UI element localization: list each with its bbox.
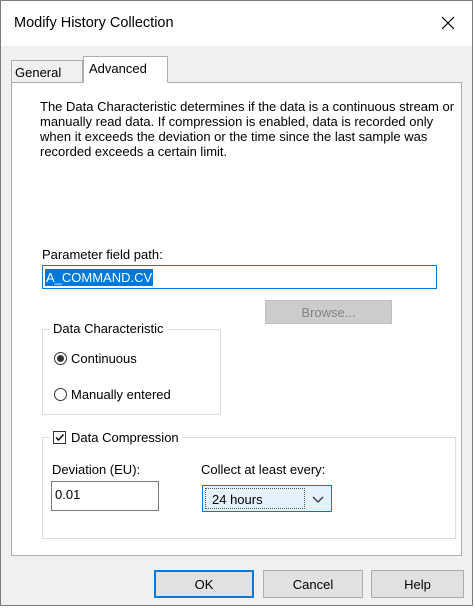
browse-button[interactable]: Browse...: [265, 300, 392, 324]
chevron-down-icon: [312, 496, 324, 503]
parameter-field-label: Parameter field path:: [42, 247, 163, 262]
deviation-input[interactable]: 0.01: [51, 481, 159, 511]
radio-manually-entered[interactable]: Manually entered: [54, 387, 171, 402]
help-button-label: Help: [404, 576, 431, 592]
close-button[interactable]: [432, 7, 464, 39]
radio-continuous-label: Continuous: [71, 351, 137, 366]
cancel-button-label: Cancel: [292, 576, 334, 592]
dialog-title: Modify History Collection: [14, 15, 174, 31]
data-characteristic-legend: Data Characteristic: [50, 321, 167, 336]
tab-advanced[interactable]: Advanced: [83, 56, 168, 83]
tab-general[interactable]: General: [11, 60, 83, 83]
tab-general-label: General: [15, 65, 62, 80]
collect-interval-label: Collect at least every:: [201, 462, 326, 477]
radio-manually-entered-indicator: [54, 388, 67, 401]
title-bar: Modify History Collection: [1, 1, 472, 46]
radio-continuous-indicator: [54, 352, 67, 365]
help-button[interactable]: Help: [371, 570, 464, 598]
browse-button-label: Browse...: [301, 304, 356, 320]
ok-button[interactable]: OK: [154, 570, 254, 598]
radio-continuous[interactable]: Continuous: [54, 351, 137, 366]
advanced-tab-panel: The Data Characteristic determines if th…: [11, 82, 462, 556]
collect-interval-select[interactable]: 24 hours: [202, 485, 332, 512]
checkmark-icon: [55, 434, 65, 442]
description-text: The Data Characteristic determines if th…: [40, 99, 455, 159]
tab-advanced-label: Advanced: [89, 61, 147, 76]
parameter-field-value: A_COMMAND.CV: [45, 269, 154, 286]
close-icon: [441, 16, 455, 30]
deviation-value: 0.01: [55, 487, 81, 502]
data-compression-label: Data Compression: [71, 430, 179, 445]
deviation-label: Deviation (EU):: [52, 462, 141, 477]
ok-button-label: OK: [194, 576, 214, 592]
collect-interval-value: 24 hours: [212, 492, 263, 507]
data-compression-legend: Data Compression: [50, 430, 182, 445]
modify-history-dialog: Modify History Collection General Advanc…: [0, 0, 473, 606]
radio-manually-entered-label: Manually entered: [71, 387, 171, 402]
parameter-field-input[interactable]: A_COMMAND.CV: [42, 265, 437, 289]
data-compression-checkbox[interactable]: [53, 431, 66, 444]
data-characteristic-group: [42, 329, 221, 415]
cancel-button[interactable]: Cancel: [263, 570, 363, 598]
